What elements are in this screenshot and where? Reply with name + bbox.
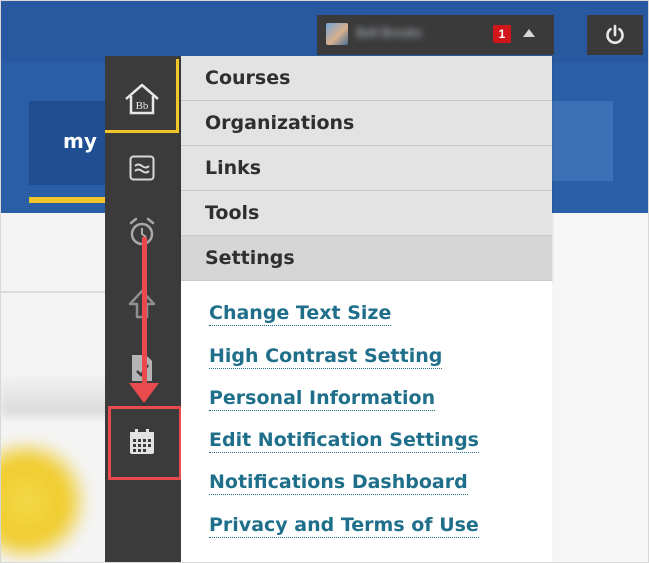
link-personal-information[interactable]: Personal Information <box>209 386 436 411</box>
link-change-text-size[interactable]: Change Text Size <box>209 301 392 326</box>
blurred-content <box>1 376 121 416</box>
waves-icon[interactable] <box>105 145 179 191</box>
annotation-arrow-head <box>129 383 159 403</box>
home-bb-icon[interactable]: Bb <box>105 73 179 125</box>
user-name[interactable]: Bell Brooks <box>356 25 466 41</box>
link-notifications-dashboard[interactable]: Notifications Dashboard <box>209 470 468 495</box>
link-edit-notification-settings[interactable]: Edit Notification Settings <box>209 428 479 453</box>
annotation-highlight-box <box>108 406 182 480</box>
tab-tools[interactable]: Tools <box>181 191 552 236</box>
user-avatar[interactable] <box>326 23 348 45</box>
screenshot-frame: Bell Brooks 1 my Bb Courses Organization… <box>0 0 649 563</box>
tab-organizations[interactable]: Organizations <box>181 101 552 146</box>
link-high-contrast-setting[interactable]: High Contrast Setting <box>209 344 443 369</box>
content-right-area <box>553 213 648 562</box>
logout-button[interactable] <box>587 15 643 55</box>
annotation-arrow-shaft <box>142 237 147 391</box>
tab-courses[interactable]: Courses <box>181 56 552 101</box>
power-icon <box>606 24 624 44</box>
home-active-edge <box>176 59 179 131</box>
my-tab-label: my <box>63 129 97 153</box>
tab-links[interactable]: Links <box>181 146 552 191</box>
notification-badge[interactable]: 1 <box>493 25 511 43</box>
content-divider <box>1 291 121 293</box>
svg-text:Bb: Bb <box>136 100 149 112</box>
background-tab <box>551 101 613 181</box>
tab-settings[interactable]: Settings <box>181 236 552 281</box>
home-active-marker <box>105 130 179 133</box>
caret-up-icon[interactable] <box>523 29 535 37</box>
link-privacy-and-terms[interactable]: Privacy and Terms of Use <box>209 513 479 538</box>
